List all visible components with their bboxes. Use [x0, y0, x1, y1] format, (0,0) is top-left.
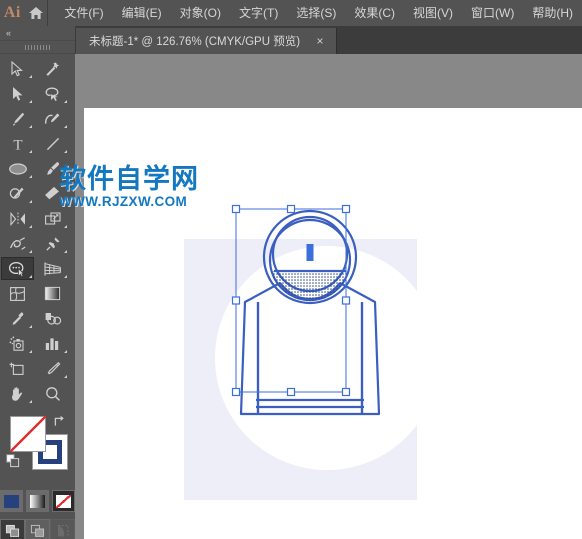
canvas-area[interactable] [75, 54, 582, 539]
menu-effect[interactable]: 效果(C) [345, 0, 404, 26]
swap-fill-stroke-icon[interactable] [52, 414, 66, 428]
type-tool[interactable]: T [1, 132, 34, 155]
lasso-tool[interactable] [36, 82, 69, 105]
ellipse-tool[interactable] [1, 157, 34, 180]
symbol-sprayer-tool[interactable] [1, 332, 34, 355]
tools-panel: « T [0, 26, 76, 539]
fill-stroke-control [0, 412, 75, 488]
hand-tool[interactable] [1, 382, 34, 405]
tool-flyout-indicator [29, 350, 32, 353]
draw-inside-button[interactable] [50, 519, 75, 539]
paintbrush-tool[interactable] [36, 157, 69, 180]
default-fill-stroke-icon[interactable] [6, 454, 20, 468]
eraser-tool[interactable] [36, 182, 69, 205]
shape-builder-tool[interactable] [1, 257, 34, 280]
menu-object[interactable]: 对象(O) [171, 0, 230, 26]
tool-flyout-indicator [64, 175, 67, 178]
tool-flyout-indicator [29, 200, 32, 203]
line-segment-tool[interactable] [36, 132, 69, 155]
tool-flyout-indicator [29, 325, 32, 328]
tool-flyout-indicator [29, 100, 32, 103]
draw-mode-row [0, 519, 75, 539]
home-icon[interactable] [25, 0, 47, 26]
collapse-panel-button[interactable]: « [0, 26, 75, 41]
tool-flyout-indicator [64, 100, 67, 103]
column-graph-tool[interactable] [36, 332, 69, 355]
zoom-tool[interactable] [36, 382, 69, 405]
menu-window[interactable]: 窗口(W) [462, 0, 523, 26]
draw-behind-button[interactable] [25, 519, 50, 539]
svg-text:T: T [13, 137, 22, 152]
tool-flyout-indicator [64, 350, 67, 353]
tool-flyout-indicator [64, 250, 67, 253]
perspective-grid-tool[interactable] [36, 257, 69, 280]
document-tab[interactable]: 未标题-1* @ 126.76% (CMYK/GPU 预览) × [75, 28, 338, 54]
menu-edit[interactable]: 编辑(E) [113, 0, 171, 26]
menu-bar: Ai 文件(F) 编辑(E) 对象(O) 文字(T) 选择(S) 效果(C) 视… [0, 0, 582, 26]
paint-mode-row [0, 490, 75, 512]
eyedropper-tool[interactable] [1, 307, 34, 330]
tool-flyout-indicator [29, 175, 32, 178]
menu-type[interactable]: 文字(T) [230, 0, 287, 26]
menu-file[interactable]: 文件(F) [55, 0, 112, 26]
curvature-tool[interactable] [36, 107, 69, 130]
tool-flyout-indicator [29, 225, 32, 228]
menu-help[interactable]: 帮助(H) [523, 0, 582, 26]
color-mode-button[interactable] [0, 490, 23, 512]
tool-flyout-indicator [29, 275, 32, 278]
panel-drag-handle[interactable] [0, 41, 75, 54]
tool-flyout-indicator [29, 75, 32, 78]
none-mode-button[interactable] [52, 490, 75, 512]
document-tab-label: 未标题-1* @ 126.76% (CMYK/GPU 预览) [89, 36, 301, 48]
tool-flyout-indicator [64, 125, 67, 128]
scale-tool[interactable] [36, 207, 69, 230]
artboard-tool[interactable] [1, 357, 34, 380]
tool-flyout-indicator [64, 275, 67, 278]
blend-tool[interactable] [36, 307, 69, 330]
pen-tool[interactable] [1, 107, 34, 130]
tool-flyout-indicator [64, 225, 67, 228]
close-icon[interactable]: × [314, 35, 326, 47]
artboard[interactable] [84, 108, 582, 539]
free-transform-tool[interactable] [36, 232, 69, 255]
illustrator-window: Ai 文件(F) 编辑(E) 对象(O) 文字(T) 选择(S) 效果(C) 视… [0, 0, 582, 539]
tool-flyout-indicator [29, 150, 32, 153]
selection-tool[interactable] [1, 57, 34, 80]
document-tab-bar: 未标题-1* @ 126.76% (CMYK/GPU 预览) × [75, 26, 582, 54]
gradient-tool[interactable] [36, 282, 69, 305]
draw-normal-button[interactable] [0, 519, 25, 539]
mesh-tool[interactable] [1, 282, 34, 305]
tool-flyout-indicator [64, 200, 67, 203]
menu-separator [46, 0, 48, 26]
app-logo: Ai [3, 4, 21, 21]
rotate-reflect-tool[interactable] [1, 207, 34, 230]
slice-tool[interactable] [36, 357, 69, 380]
tool-grid: T [0, 54, 75, 406]
tool-flyout-indicator [29, 250, 32, 253]
tool-flyout-indicator [29, 400, 32, 403]
magic-wand-tool[interactable] [36, 57, 69, 80]
direct-selection-tool[interactable] [1, 82, 34, 105]
tool-flyout-indicator [64, 150, 67, 153]
tool-flyout-indicator [64, 375, 67, 378]
fill-swatch[interactable] [10, 416, 46, 452]
width-tool[interactable] [1, 232, 34, 255]
gradient-mode-button[interactable] [26, 490, 49, 512]
menu-view[interactable]: 视图(V) [404, 0, 462, 26]
shaper-tool[interactable] [1, 182, 34, 205]
tool-flyout-indicator [29, 125, 32, 128]
none-slash-icon [10, 416, 46, 452]
menu-select[interactable]: 选择(S) [287, 0, 345, 26]
hoodie-vest-illustration[interactable] [84, 108, 582, 539]
